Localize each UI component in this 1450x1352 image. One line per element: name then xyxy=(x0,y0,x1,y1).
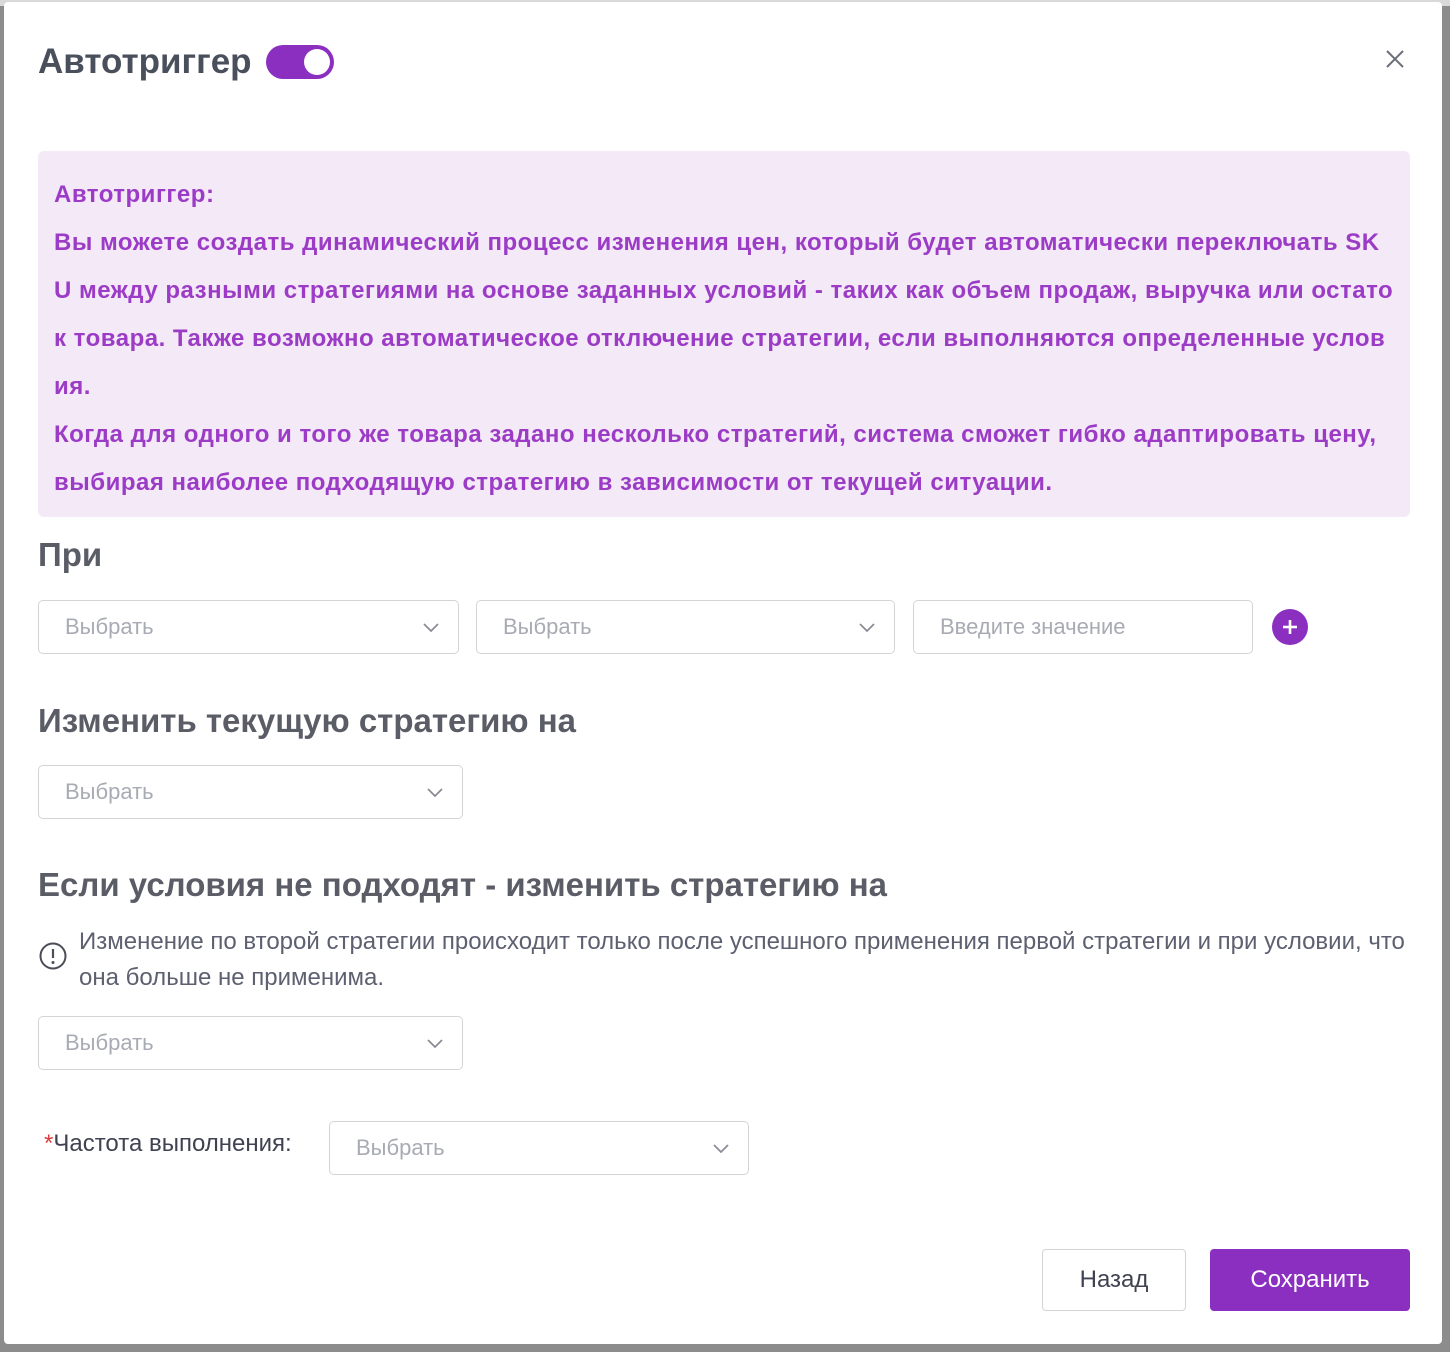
fallback-notice: Изменение по второй стратегии происходит… xyxy=(38,924,1410,996)
info-paragraph-2: Когда для одного и того же товара задано… xyxy=(54,421,1377,496)
info-paragraph-1: Вы можете создать динамический процесс и… xyxy=(54,229,1394,400)
frequency-select[interactable]: Выбрать xyxy=(329,1121,749,1175)
fallback-title: Если условия не подходят - изменить стра… xyxy=(38,866,888,903)
chevron-down-icon xyxy=(423,623,439,633)
info-box: Автотриггер: Вы можете создать динамичес… xyxy=(38,151,1410,517)
frequency-label-text: Частота выполнения: xyxy=(53,1130,292,1157)
select-placeholder: Выбрать xyxy=(65,614,154,639)
required-mark: * xyxy=(44,1130,54,1157)
back-button[interactable]: Назад xyxy=(1042,1249,1186,1311)
info-heading: Автотриггер: xyxy=(54,181,215,208)
modal-title: Автотриггер xyxy=(38,42,252,81)
toggle-knob xyxy=(303,49,330,75)
exclamation-circle-icon xyxy=(39,942,67,970)
condition-title: При xyxy=(38,536,103,573)
condition-metric-select[interactable]: Выбрать xyxy=(38,600,459,654)
notice-text: Изменение по второй стратегии происходит… xyxy=(79,928,1405,991)
plus-circle-icon xyxy=(1283,620,1297,634)
select-placeholder: Выбрать xyxy=(65,779,154,804)
autotrigger-modal: Автотриггер Автотриггер: Вы можете созда… xyxy=(4,2,1442,1344)
change-strategy-title: Изменить текущую стратегию на xyxy=(38,702,577,739)
condition-value-input[interactable]: Введите значение xyxy=(913,600,1253,654)
input-placeholder: Введите значение xyxy=(940,614,1126,639)
add-condition-button[interactable] xyxy=(1272,609,1308,645)
autotrigger-toggle[interactable] xyxy=(265,45,334,79)
chevron-down-icon xyxy=(859,623,875,633)
close-icon xyxy=(1386,50,1404,68)
condition-operator-select[interactable]: Выбрать xyxy=(476,600,895,654)
select-placeholder: Выбрать xyxy=(356,1135,445,1160)
chevron-down-icon xyxy=(427,788,443,798)
select-placeholder: Выбрать xyxy=(503,614,592,639)
chevron-down-icon xyxy=(427,1039,443,1049)
save-button[interactable]: Сохранить xyxy=(1210,1249,1410,1311)
modal-header: Автотриггер xyxy=(38,40,334,84)
frequency-label: *Частота выполнения: xyxy=(44,1130,292,1158)
select-placeholder: Выбрать xyxy=(65,1030,154,1055)
fallback-strategy-select[interactable]: Выбрать xyxy=(38,1016,463,1070)
change-strategy-select[interactable]: Выбрать xyxy=(38,765,463,819)
close-button[interactable] xyxy=(1382,46,1408,72)
chevron-down-icon xyxy=(713,1144,729,1154)
